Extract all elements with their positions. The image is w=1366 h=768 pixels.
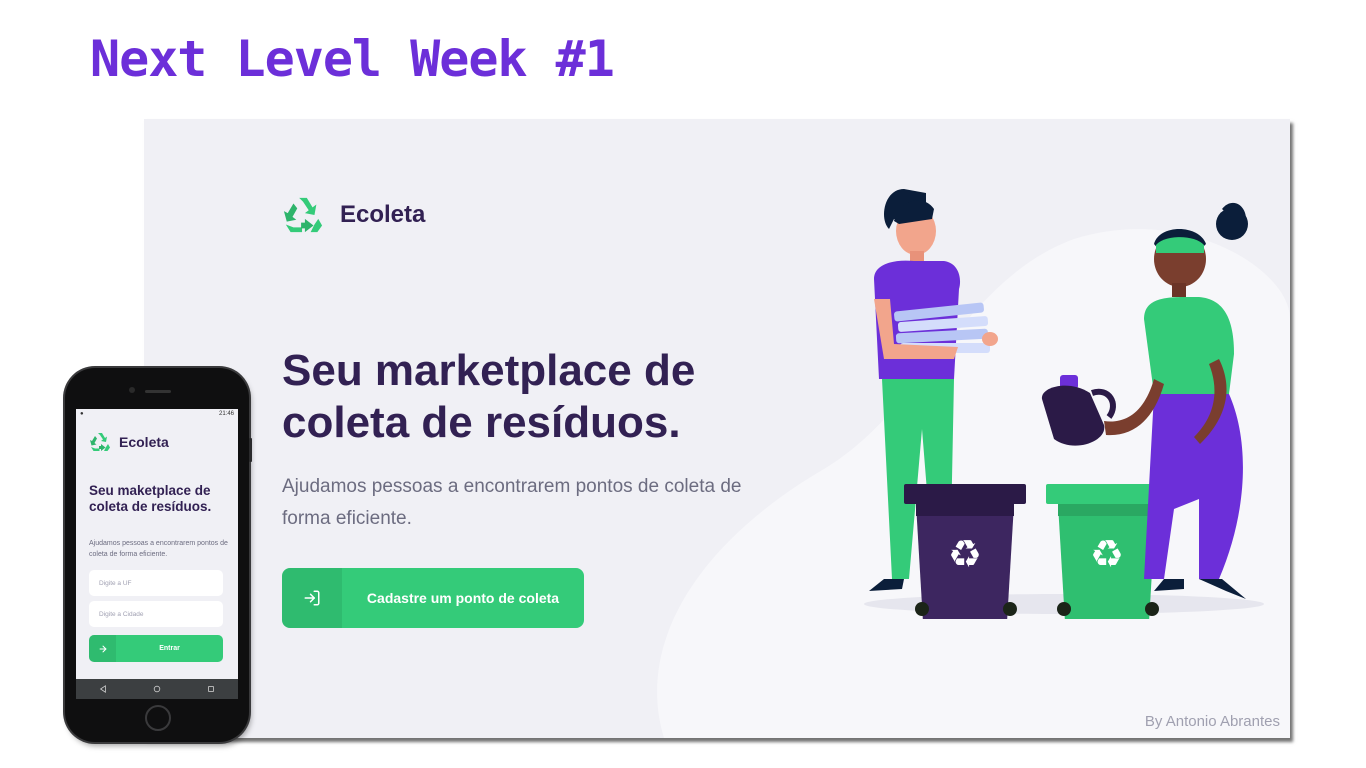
phone-logo-text: Ecoleta — [119, 434, 169, 450]
arrow-right-icon — [99, 645, 106, 652]
phone-screen: ● 21:46 Ecoleta Seu maketplace de coleta… — [76, 409, 238, 699]
phone-side-button — [249, 438, 252, 462]
android-nav-bar — [76, 679, 238, 699]
recent-apps-icon[interactable] — [207, 685, 215, 693]
hero-headline: Seu marketplace de coleta de resíduos. — [282, 345, 802, 449]
phone-camera — [129, 387, 135, 393]
log-in-icon — [304, 590, 320, 606]
home-icon[interactable] — [153, 685, 161, 693]
cta-label: Cadastre um ponto de coleta — [366, 590, 560, 606]
svg-text:♻: ♻ — [1090, 532, 1124, 576]
logo[interactable]: Ecoleta — [282, 195, 425, 235]
phone-speaker — [145, 390, 171, 393]
uf-input[interactable] — [89, 570, 223, 596]
logo-text: Ecoleta — [340, 201, 426, 228]
svg-text:♻: ♻ — [948, 532, 982, 576]
city-input[interactable] — [89, 601, 223, 627]
desktop-screenshot: Ecoleta Seu marketplace de coleta de res… — [144, 119, 1290, 738]
banner-title: Next Level Week #1 — [90, 30, 615, 88]
recycle-icon — [283, 197, 323, 233]
hero-subtext: Ajudamos pessoas a encontrarem pontos de… — [282, 476, 742, 529]
phone-title: Seu maketplace de coleta de resíduos. — [89, 483, 212, 514]
phone-status-bar: ● 21:46 — [76, 409, 238, 419]
phone-btn-icon-box — [89, 635, 116, 662]
jar — [1041, 375, 1116, 446]
register-collection-point-button[interactable]: Cadastre um ponto de coleta — [282, 568, 584, 628]
dark-bin: ♻ — [904, 484, 1026, 619]
phone-home-button — [145, 705, 171, 731]
headline-line-1: Seu marketplace de — [282, 346, 696, 395]
status-time: 21:46 — [218, 411, 234, 417]
author-credit: By Antonio Abrantes — [1144, 713, 1280, 730]
phone-description: Ajudamos pessoas a encontrarem pontos de… — [89, 540, 228, 558]
back-icon[interactable] — [99, 685, 107, 693]
enter-button[interactable]: Entrar — [89, 635, 223, 662]
phone-logo[interactable]: Ecoleta — [89, 432, 169, 452]
android-icon: ● — [80, 411, 84, 417]
recycling-illustration: ♻ ♻ — [864, 189, 1264, 619]
cta-icon-box — [282, 568, 342, 628]
headline-line-2: coleta de resíduos. — [282, 398, 681, 447]
recycle-icon — [90, 433, 110, 451]
enter-button-label: Entrar — [159, 645, 180, 652]
phone-mockup: ● 21:46 Ecoleta Seu maketplace de coleta… — [65, 368, 252, 742]
